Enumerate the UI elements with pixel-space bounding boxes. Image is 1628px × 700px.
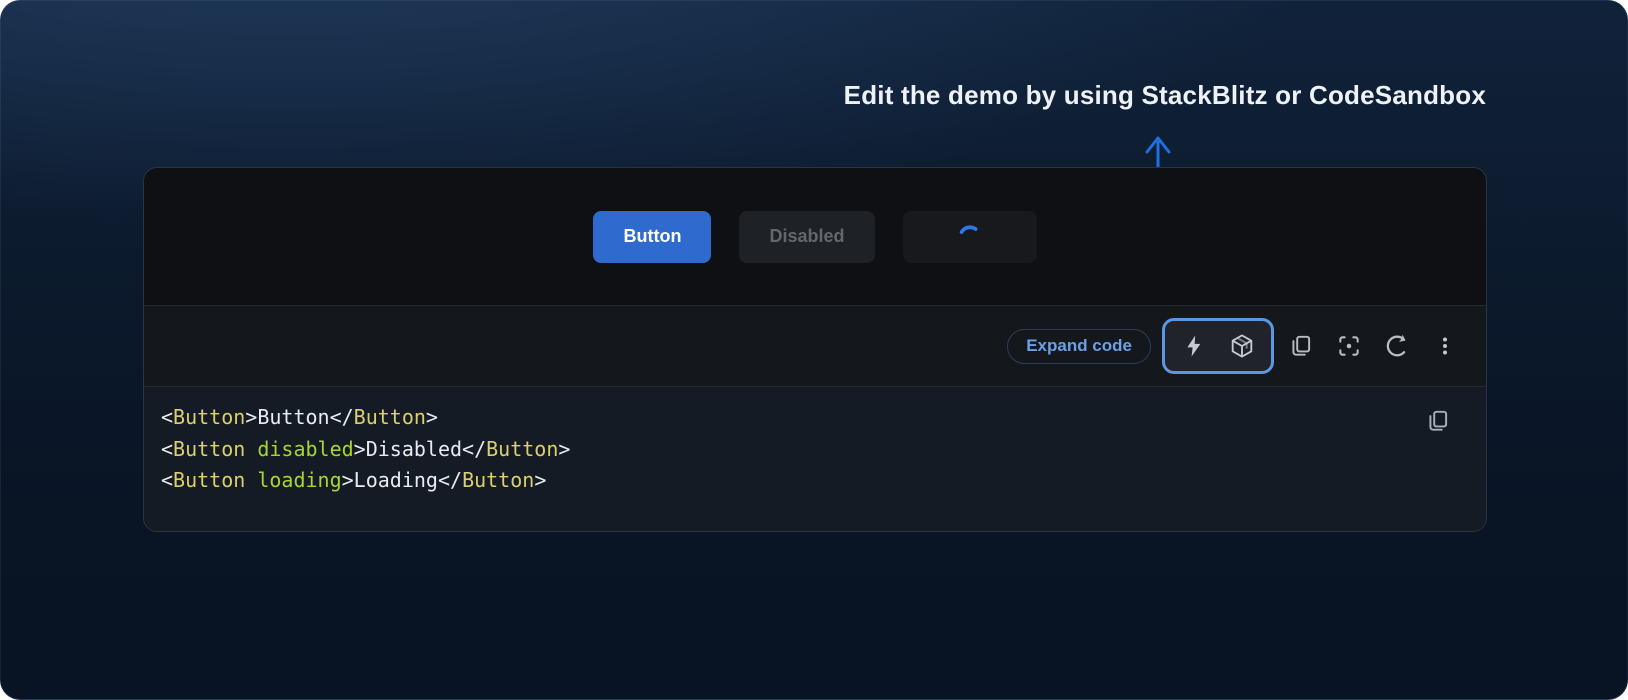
demo-button-loading[interactable] [903, 211, 1037, 263]
focus-scan-icon [1336, 333, 1362, 359]
isolate-demo-button[interactable] [1325, 322, 1373, 370]
demo-preview-area: Button Disabled [144, 168, 1486, 306]
reload-icon [1384, 333, 1410, 359]
copy-icon [1425, 408, 1451, 434]
more-actions-button[interactable] [1421, 322, 1469, 370]
spinner-icon [957, 224, 983, 250]
copy-icon [1288, 333, 1314, 359]
expand-code-button[interactable]: Expand code [1007, 329, 1151, 364]
refresh-demo-button[interactable] [1373, 322, 1421, 370]
edit-buttons-highlight-box [1162, 318, 1274, 374]
copy-code-floating-button[interactable] [1420, 403, 1456, 439]
code-block: <Button>Button</Button><Button disabled>… [144, 387, 1486, 531]
more-vertical-dots-icon [1433, 334, 1457, 358]
annotation-text: Edit the demo by using StackBlitz or Cod… [844, 80, 1486, 111]
code-line: <Button disabled>Disabled</Button> [161, 434, 1426, 466]
copy-code-button[interactable] [1277, 322, 1325, 370]
cube-icon [1229, 333, 1255, 359]
codesandbox-button[interactable] [1218, 322, 1266, 370]
demo-button-primary[interactable]: Button [593, 211, 711, 263]
lightning-bolt-icon [1182, 334, 1206, 358]
code-line: <Button loading>Loading</Button> [161, 465, 1426, 497]
code-line: <Button>Button</Button> [161, 402, 1426, 434]
stackblitz-button[interactable] [1170, 322, 1218, 370]
demo-toolbar: Expand code [144, 306, 1486, 387]
demo-button-disabled[interactable]: Disabled [739, 211, 874, 263]
page-background: Edit the demo by using StackBlitz or Cod… [0, 0, 1628, 700]
code-content: <Button>Button</Button><Button disabled>… [161, 402, 1426, 497]
arrow-head [1147, 138, 1169, 152]
demo-card: Button Disabled Expand code [143, 167, 1487, 532]
